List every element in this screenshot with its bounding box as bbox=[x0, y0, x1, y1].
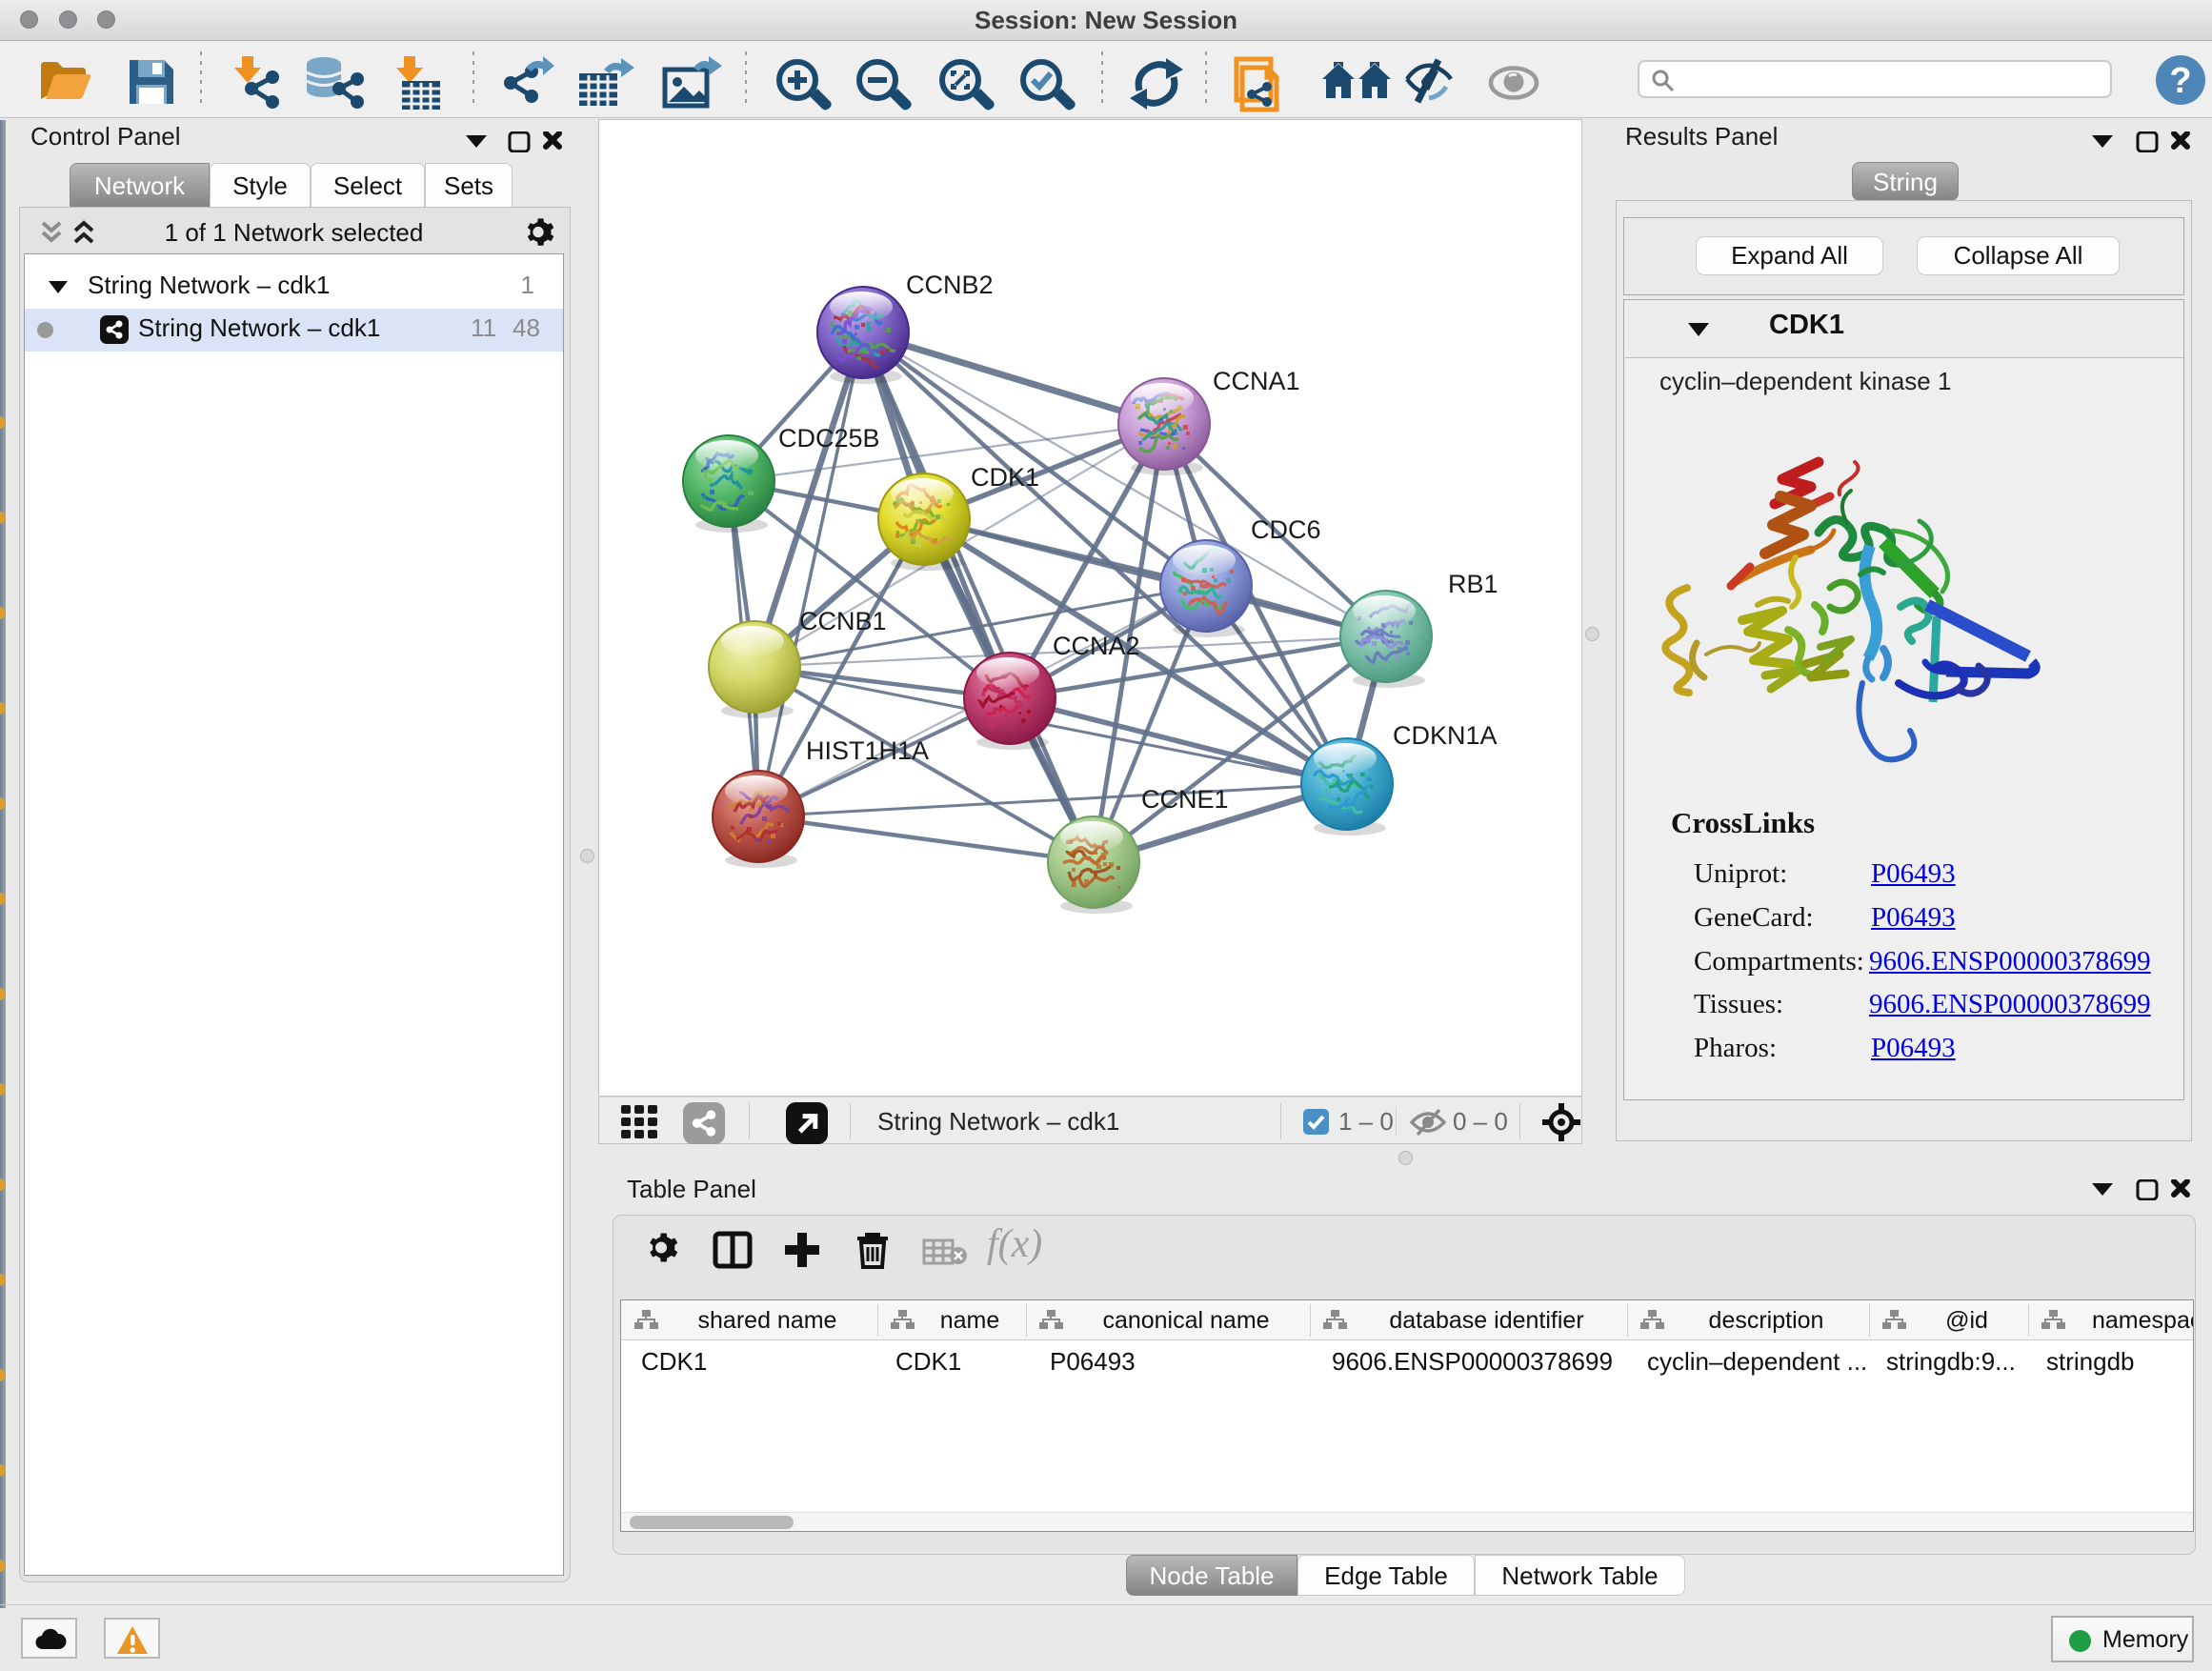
svg-text:?: ? bbox=[2169, 61, 2191, 101]
svg-text:CDK1: CDK1 bbox=[971, 463, 1039, 492]
svg-text:CCNE1: CCNE1 bbox=[1141, 785, 1229, 814]
svg-text:HIST1H1A: HIST1H1A bbox=[806, 736, 929, 765]
svg-text:CCNA2: CCNA2 bbox=[1053, 632, 1140, 660]
svg-text:CCNB1: CCNB1 bbox=[799, 607, 887, 635]
svg-text:CDC25B: CDC25B bbox=[778, 424, 880, 453]
svg-text:CCNA1: CCNA1 bbox=[1213, 367, 1300, 395]
svg-text:CCNB2: CCNB2 bbox=[906, 271, 994, 299]
svg-text:CDKN1A: CDKN1A bbox=[1393, 721, 1498, 750]
svg-text:CDC6: CDC6 bbox=[1251, 515, 1321, 544]
svg-text:RB1: RB1 bbox=[1448, 570, 1498, 598]
